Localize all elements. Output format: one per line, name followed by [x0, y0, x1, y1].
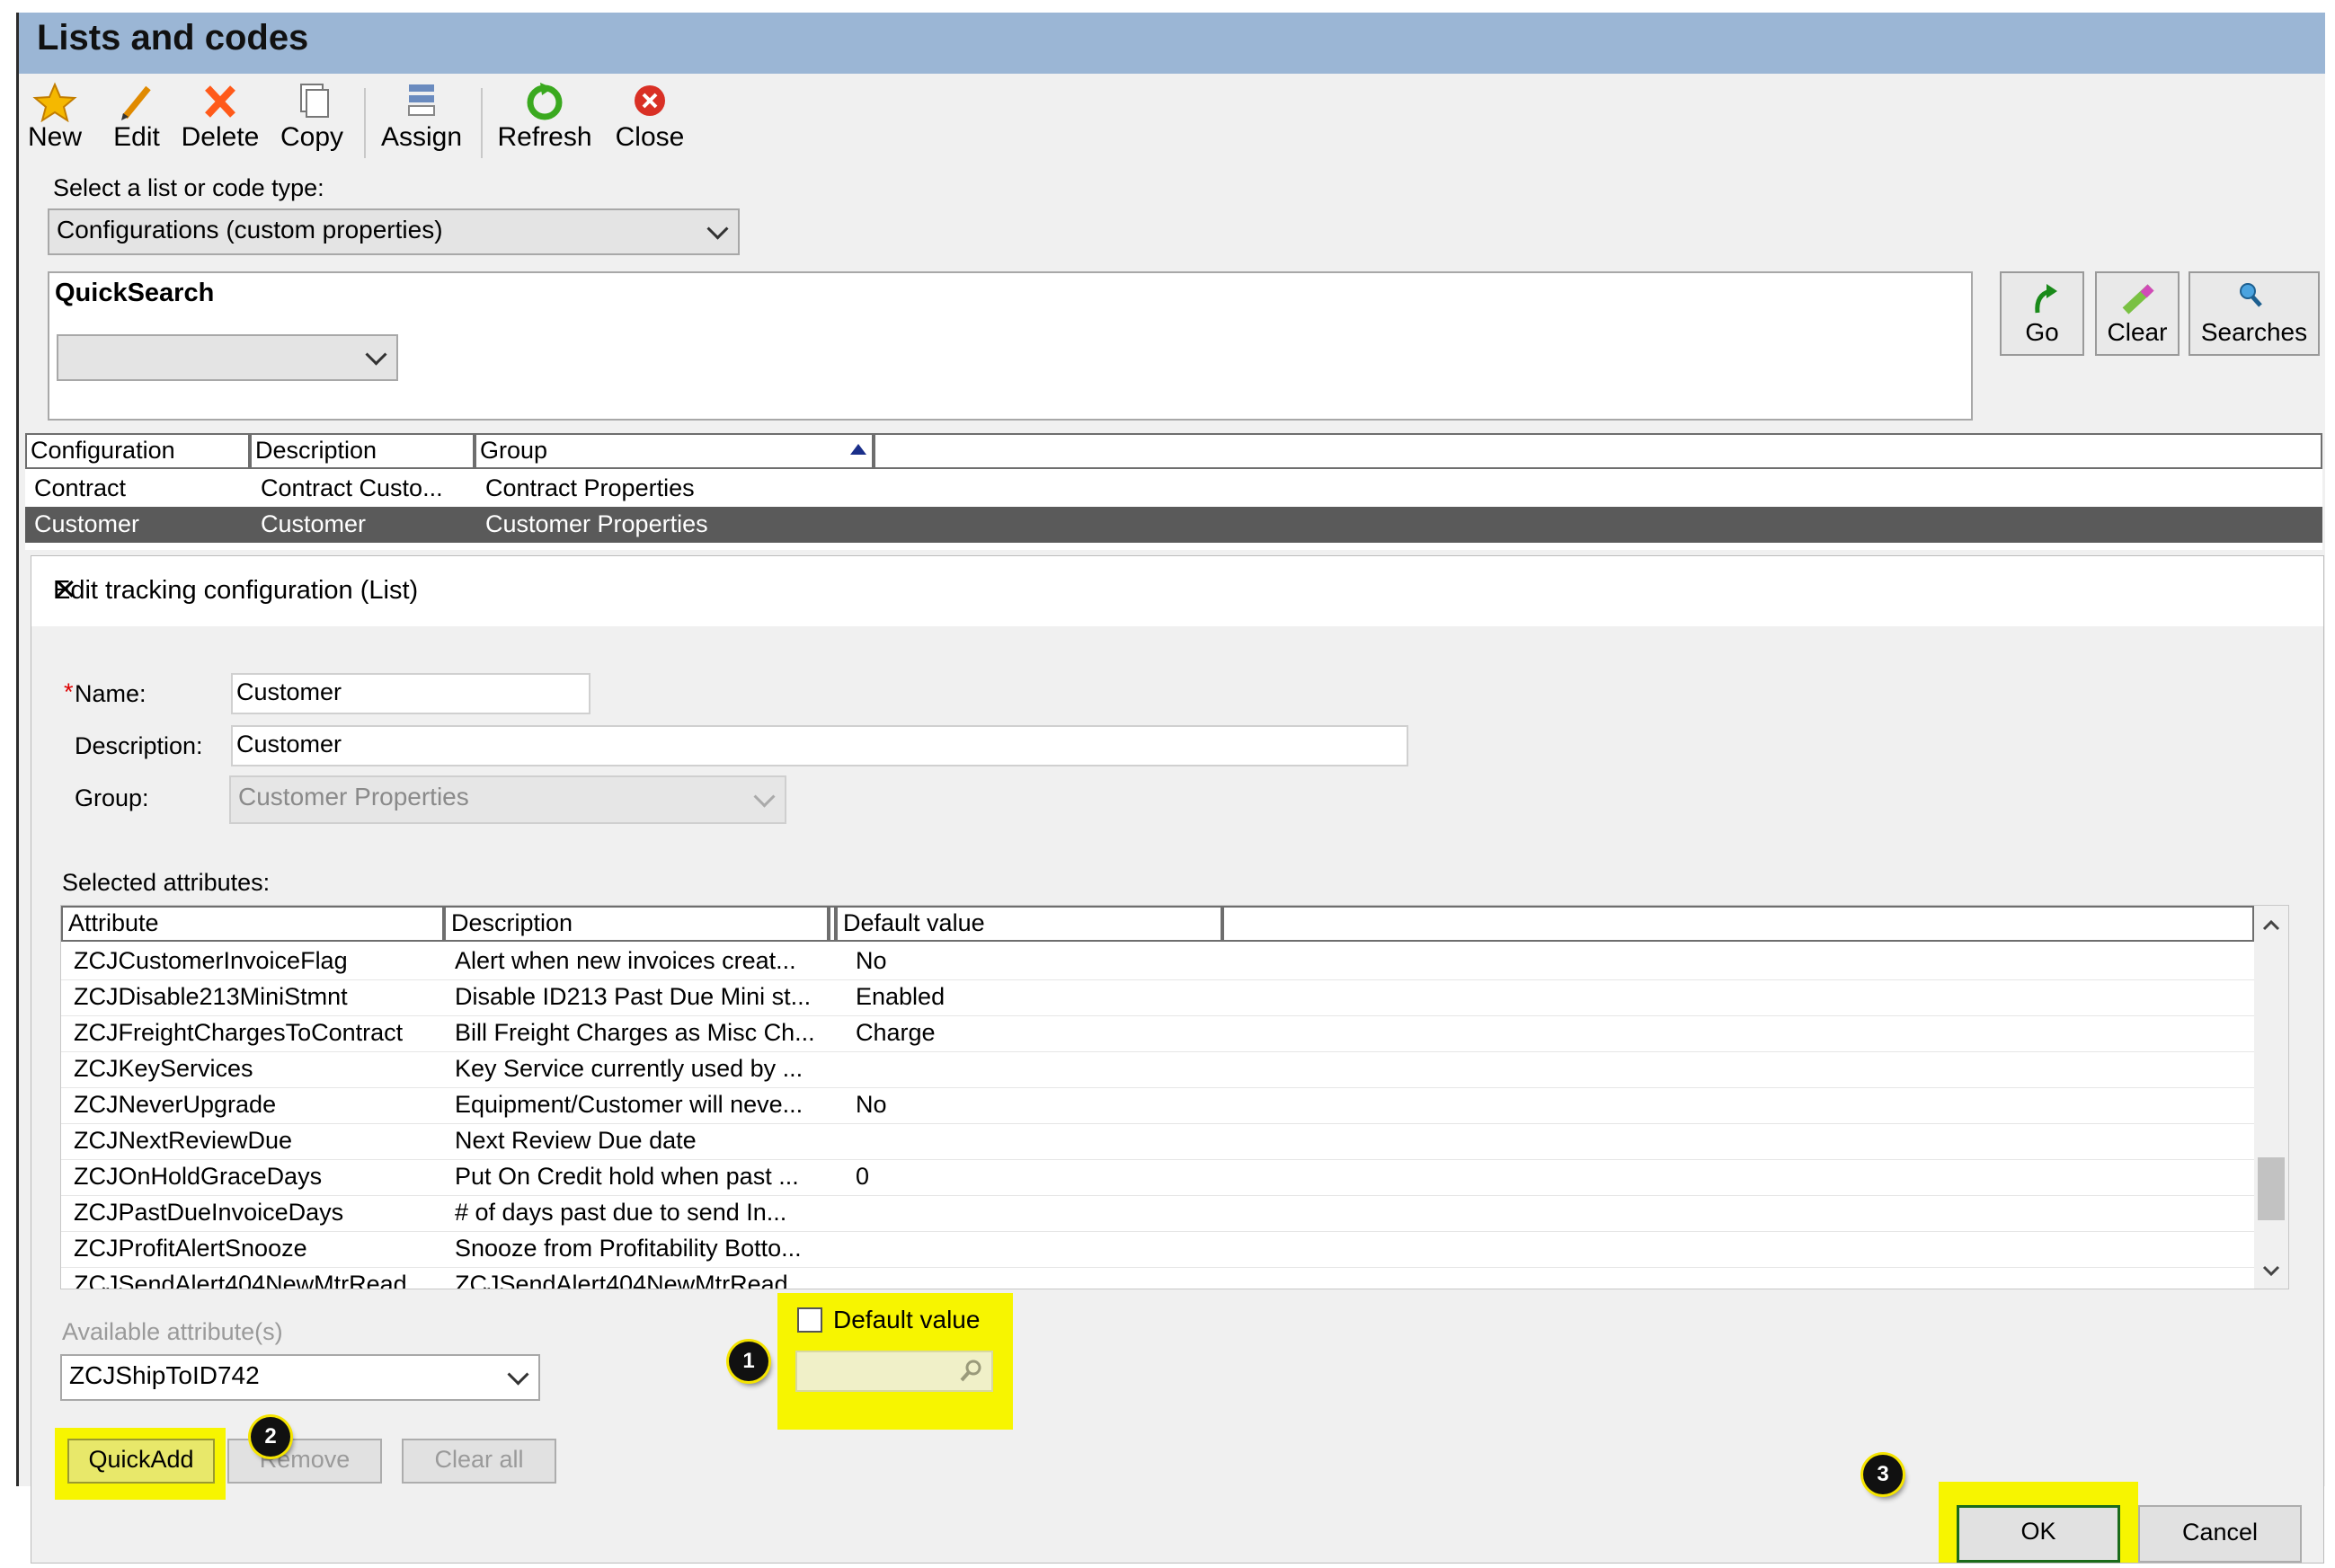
- name-label: Name:: [75, 680, 146, 707]
- chevron-down-icon: [365, 343, 387, 366]
- new-button[interactable]: New: [21, 79, 89, 165]
- annotation-marker-1: 1: [729, 1342, 768, 1381]
- assign-button[interactable]: Assign: [377, 79, 466, 165]
- name-field[interactable]: Customer: [231, 673, 590, 714]
- column-header-description[interactable]: Description: [444, 906, 829, 942]
- window-title-bar: Lists and codes: [19, 13, 2325, 74]
- vertical-scrollbar[interactable]: [2254, 906, 2288, 1289]
- cancel-button[interactable]: Cancel: [2138, 1505, 2302, 1563]
- list-type-value: Configurations (custom properties): [57, 216, 443, 244]
- table-row[interactable]: ZCJSendAlert404NewMtrRead ZCJSendAlert40…: [61, 1267, 2254, 1289]
- column-splitter[interactable]: [829, 906, 836, 942]
- column-header-filler: [1222, 906, 2254, 942]
- window-title: Lists and codes: [37, 18, 309, 58]
- edit-button[interactable]: Edit: [105, 79, 168, 165]
- delete-button[interactable]: Delete: [177, 79, 263, 165]
- clear-all-button[interactable]: Clear all: [402, 1439, 556, 1484]
- edit-configuration-dialog: Edit tracking configuration (List) ✕ * N…: [31, 555, 2324, 1564]
- table-row[interactable]: ZCJKeyServices Key Service currently use…: [61, 1051, 2254, 1088]
- table-row[interactable]: Contract Contract Custo... Contract Prop…: [25, 471, 2322, 507]
- description-label: Description:: [75, 732, 203, 759]
- column-header-filler: [874, 433, 2322, 469]
- column-header-configuration[interactable]: Configuration: [25, 433, 250, 469]
- column-header-default-value[interactable]: Default value: [836, 906, 1222, 942]
- go-arrow-icon: [2035, 284, 2057, 314]
- ok-button[interactable]: OK: [1957, 1505, 2120, 1563]
- quickadd-button[interactable]: QuickAdd: [67, 1439, 215, 1484]
- annotation-marker-2: 2: [251, 1417, 290, 1457]
- assign-icon: [408, 84, 435, 116]
- default-value-field[interactable]: [795, 1351, 993, 1392]
- scroll-up-icon[interactable]: [2262, 918, 2280, 931]
- selected-attributes-grid: Attribute Description Default value ZCJC…: [60, 905, 2289, 1289]
- configuration-grid: Configuration Description Group Contract…: [25, 433, 2322, 550]
- copy-button[interactable]: Copy: [274, 79, 350, 165]
- annotation-marker-3: 3: [1863, 1455, 1903, 1494]
- table-row[interactable]: ZCJPastDueInvoiceDays # of days past due…: [61, 1195, 2254, 1232]
- table-row[interactable]: ZCJProfitAlertSnooze Snooze from Profita…: [61, 1231, 2254, 1268]
- table-row[interactable]: ZCJCustomerInvoiceFlag Alert when new in…: [61, 943, 2254, 980]
- scroll-down-icon[interactable]: [2262, 1265, 2280, 1278]
- available-attributes-select[interactable]: ZCJShipToID742: [60, 1354, 540, 1401]
- column-header-description[interactable]: Description: [250, 433, 475, 469]
- eraser-icon: [2122, 284, 2154, 314]
- list-type-select[interactable]: Configurations (custom properties): [48, 208, 740, 255]
- remove-button[interactable]: Remove: [227, 1439, 382, 1484]
- default-value-checkbox[interactable]: [797, 1307, 822, 1333]
- close-circle-icon: [635, 85, 665, 116]
- column-header-group[interactable]: Group: [475, 433, 874, 469]
- group-select: Customer Properties: [229, 775, 786, 824]
- search-icon: [960, 1360, 981, 1382]
- description-field[interactable]: Customer: [231, 725, 1408, 766]
- toolbar-separator: [364, 88, 366, 158]
- close-button[interactable]: Close: [608, 79, 691, 165]
- dialog-title-bar: Edit tracking configuration (List) ✕: [31, 556, 2323, 626]
- clear-button[interactable]: Clear: [2095, 271, 2180, 356]
- required-marker: *: [64, 678, 74, 705]
- quicksearch-select[interactable]: [57, 334, 398, 381]
- table-row[interactable]: ZCJNeverUpgrade Equipment/Customer will …: [61, 1087, 2254, 1124]
- go-button[interactable]: Go: [2000, 271, 2084, 356]
- searches-button[interactable]: Searches: [2189, 271, 2320, 356]
- chevron-down-icon: [753, 785, 776, 808]
- star-icon: [32, 82, 77, 122]
- list-type-label: Select a list or code type:: [53, 174, 324, 201]
- selected-attributes-label: Selected attributes:: [62, 869, 271, 896]
- default-value-label: Default value: [833, 1306, 981, 1333]
- refresh-icon: [527, 83, 563, 120]
- table-row[interactable]: ZCJNextReviewDue Next Review Due date: [61, 1123, 2254, 1160]
- table-row[interactable]: ZCJOnHoldGraceDays Put On Credit hold wh…: [61, 1159, 2254, 1196]
- chevron-down-icon: [706, 217, 729, 240]
- column-header-attribute[interactable]: Attribute: [61, 906, 444, 942]
- group-label: Group:: [75, 784, 149, 811]
- table-row-selected[interactable]: Customer Customer Customer Properties: [25, 507, 2322, 543]
- quicksearch-panel: QuickSearch: [48, 271, 1973, 421]
- delete-x-icon: [205, 85, 235, 118]
- refresh-button[interactable]: Refresh: [495, 79, 594, 165]
- magnifier-icon: [2240, 283, 2262, 307]
- sort-ascending-icon: [850, 444, 866, 455]
- scroll-thumb[interactable]: [2258, 1157, 2285, 1220]
- close-icon[interactable]: ✕: [53, 572, 2305, 607]
- available-attributes-label: Available attribute(s): [62, 1318, 283, 1345]
- toolbar-separator: [481, 88, 483, 158]
- table-row[interactable]: ZCJDisable213MiniStmnt Disable ID213 Pas…: [61, 979, 2254, 1016]
- pencil-icon: [121, 85, 151, 120]
- table-row[interactable]: ZCJFreightChargesToContract Bill Freight…: [61, 1015, 2254, 1052]
- quicksearch-title: QuickSearch: [55, 279, 215, 307]
- copy-icon: [300, 84, 329, 118]
- chevron-down-icon: [507, 1363, 529, 1386]
